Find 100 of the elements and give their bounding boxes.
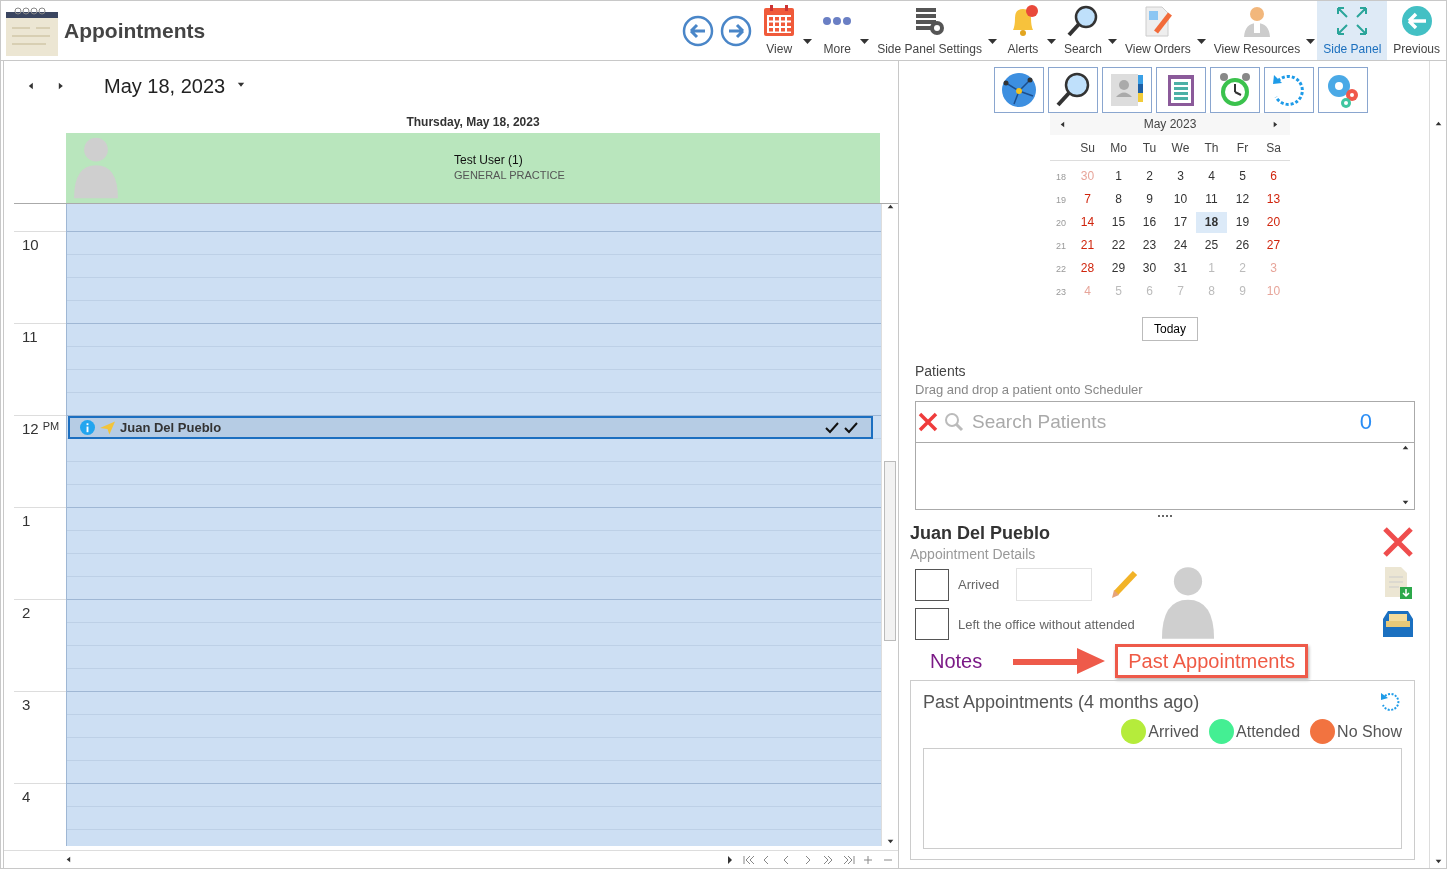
weekday-label: Fr <box>1235 140 1250 155</box>
caret-icon[interactable] <box>1196 38 1206 45</box>
weekday-label: Th <box>1203 140 1220 155</box>
calendar-day[interactable]: 22 <box>1103 235 1134 256</box>
section-title: Patients <box>915 363 967 379</box>
calendar-day[interactable]: 3 <box>1165 166 1196 187</box>
patient-name: Juan Del Pueblo <box>910 523 1052 544</box>
time-grid[interactable]: Juan Del Pueblo <box>66 204 881 846</box>
calendar-day[interactable]: 17 <box>1165 212 1196 233</box>
left-caret-icon <box>28 82 36 90</box>
checkbox-label: Left the office without attended <box>958 616 1135 632</box>
caret-icon[interactable] <box>1046 38 1056 45</box>
contact-card-icon <box>1108 71 1146 109</box>
calendar-day[interactable]: 31 <box>1165 258 1196 279</box>
appointment-patient: Juan Del Pueblo <box>120 420 223 435</box>
scrollbar[interactable] <box>881 204 898 846</box>
inbox-tray-icon[interactable] <box>1383 609 1413 637</box>
toolbar-button[interactable]: View Resources <box>1207 1 1307 60</box>
result-count: 0 <box>1359 409 1372 435</box>
week-number: 22 <box>1055 263 1067 274</box>
calendar-day[interactable]: 20 <box>1258 212 1289 233</box>
toolbar-button[interactable]: Search <box>1057 1 1108 60</box>
calendar-day[interactable]: 7 <box>1072 189 1103 210</box>
calendar-day[interactable]: 2 <box>1134 166 1165 187</box>
week-number: 20 <box>1055 217 1067 228</box>
calendar-day[interactable]: 28 <box>1072 258 1103 279</box>
document-download-icon[interactable] <box>1383 567 1413 599</box>
toolbar-button[interactable]: Alerts <box>998 1 1047 60</box>
scrollbar-thumb[interactable] <box>884 461 896 641</box>
calendar-day[interactable]: 6 <box>1258 166 1289 187</box>
caret-icon[interactable] <box>803 38 813 45</box>
caret-icon[interactable] <box>1107 38 1117 45</box>
calendar-day[interactable]: 1 <box>1103 166 1134 187</box>
search-icon <box>1054 71 1092 109</box>
weekday-label: We <box>1170 140 1191 155</box>
legend-label: No Show <box>1337 722 1402 741</box>
calendar-day[interactable]: 29 <box>1103 258 1134 279</box>
toolbar-button[interactable]: More <box>814 1 861 60</box>
checkbox[interactable] <box>915 568 949 601</box>
week-number: 18 <box>1055 171 1067 182</box>
calendar-day[interactable]: 8 <box>1103 189 1134 210</box>
weekday-label: Mo <box>1109 140 1128 155</box>
left-caret-icon <box>1060 120 1067 128</box>
page-title: Appointments <box>64 18 206 43</box>
calendar-day[interactable]: 18 <box>1196 212 1227 233</box>
close-icon[interactable] <box>1383 527 1413 557</box>
toolbar-button[interactable]: Previous <box>1387 1 1446 60</box>
calendar-day[interactable]: 10 <box>1165 189 1196 210</box>
calendar-day[interactable]: 4 <box>1196 166 1227 187</box>
week-number: 23 <box>1055 286 1067 297</box>
calendar-day[interactable]: 16 <box>1134 212 1165 233</box>
checkbox-label: Arrived <box>958 577 1000 592</box>
calendar-month: May 2023 <box>1143 117 1197 131</box>
tool-button[interactable] <box>994 67 1044 113</box>
hour-label: 12 <box>22 420 39 437</box>
calendar-day[interactable]: 19 <box>1227 212 1258 233</box>
hour-label: 10 <box>22 236 39 253</box>
details-subtitle: Appointment Details <box>910 546 1037 562</box>
toolbar-button[interactable]: View Orders <box>1118 1 1197 60</box>
caret-icon <box>1434 859 1442 866</box>
check-icon <box>844 421 858 434</box>
section-hint: Drag and drop a patient onto Scheduler <box>915 382 1144 397</box>
caret-icon[interactable] <box>1306 38 1316 45</box>
check-icon <box>825 421 839 434</box>
today-button[interactable]: Today <box>1142 317 1198 341</box>
search-icon <box>944 412 964 432</box>
week-number: 19 <box>1055 194 1067 205</box>
calendar-day[interactable]: 27 <box>1258 235 1289 256</box>
caret-icon[interactable] <box>987 38 997 45</box>
calendar-day[interactable]: 14 <box>1072 212 1103 233</box>
calendar-day[interactable]: 15 <box>1103 212 1134 233</box>
appointment[interactable]: Juan Del Pueblo <box>68 416 873 439</box>
hour-label: 4 <box>22 788 31 805</box>
checkbox[interactable] <box>915 608 949 640</box>
caret-icon[interactable] <box>860 38 870 45</box>
time-field[interactable] <box>1016 568 1093 601</box>
week-number: 21 <box>1055 240 1067 251</box>
toolbar-button[interactable]: View <box>755 1 804 60</box>
toolbar-button[interactable]: Side Panel Settings <box>871 1 988 60</box>
weekday-label: Su <box>1079 140 1096 155</box>
calendar-day[interactable]: 30 <box>1134 258 1165 279</box>
resource-name: Test User (1) <box>454 153 524 167</box>
date-picker[interactable]: May 18, 2023 <box>104 74 246 98</box>
calendar-day[interactable]: 23 <box>1134 235 1165 256</box>
calendar-day[interactable]: 26 <box>1227 235 1258 256</box>
toolbar-button[interactable]: Side Panel <box>1317 1 1388 60</box>
calendar-day[interactable]: 9 <box>1134 189 1165 210</box>
resource-specialty: GENERAL PRACTICE <box>454 169 565 181</box>
calendar-day[interactable]: 13 <box>1258 189 1289 210</box>
calendar-day[interactable]: 24 <box>1165 235 1196 256</box>
calendar-day[interactable]: 11 <box>1196 189 1227 210</box>
tool-button[interactable] <box>1048 67 1098 113</box>
calendar-day[interactable]: 12 <box>1227 189 1258 210</box>
tab[interactable]: Notes <box>917 644 996 678</box>
refresh-icon[interactable] <box>1380 691 1402 713</box>
calendar-day[interactable]: 5 <box>1227 166 1258 187</box>
calendar-day[interactable]: 25 <box>1196 235 1227 256</box>
hour-label: 11 <box>22 328 38 345</box>
calendar-day[interactable]: 21 <box>1072 235 1103 256</box>
left-caret-icon <box>66 856 73 863</box>
